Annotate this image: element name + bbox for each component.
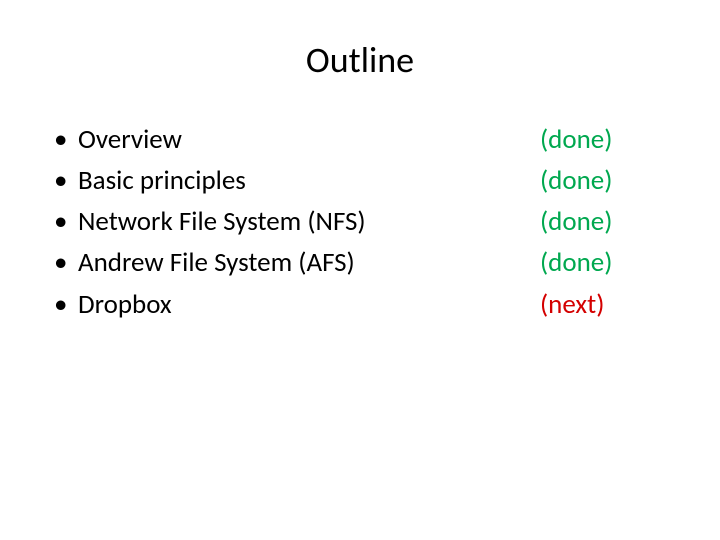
list-item: • Basic principles (done) — [50, 161, 670, 200]
bullet-icon: • — [50, 161, 78, 200]
status-badge: (next) — [540, 285, 670, 324]
list-item: • Dropbox (next) — [50, 285, 670, 324]
bullet-icon: • — [50, 202, 78, 241]
slide: Outline • Overview (done) • Basic princi… — [0, 0, 720, 540]
list-item: • Andrew File System (AFS) (done) — [50, 243, 670, 282]
bullet-icon: • — [50, 120, 78, 159]
slide-title: Outline — [50, 38, 670, 82]
item-label: Andrew File System (AFS) — [78, 243, 540, 282]
status-badge: (done) — [540, 202, 670, 241]
list-item: • Network File System (NFS) (done) — [50, 202, 670, 241]
item-label: Overview — [78, 120, 540, 159]
status-badge: (done) — [540, 120, 670, 159]
item-label: Network File System (NFS) — [78, 202, 540, 241]
outline-list: • Overview (done) • Basic principles (do… — [50, 120, 670, 324]
status-badge: (done) — [540, 161, 670, 200]
list-item: • Overview (done) — [50, 120, 670, 159]
bullet-icon: • — [50, 285, 78, 324]
status-badge: (done) — [540, 243, 670, 282]
item-label: Dropbox — [78, 285, 540, 324]
bullet-icon: • — [50, 243, 78, 282]
item-label: Basic principles — [78, 161, 540, 200]
